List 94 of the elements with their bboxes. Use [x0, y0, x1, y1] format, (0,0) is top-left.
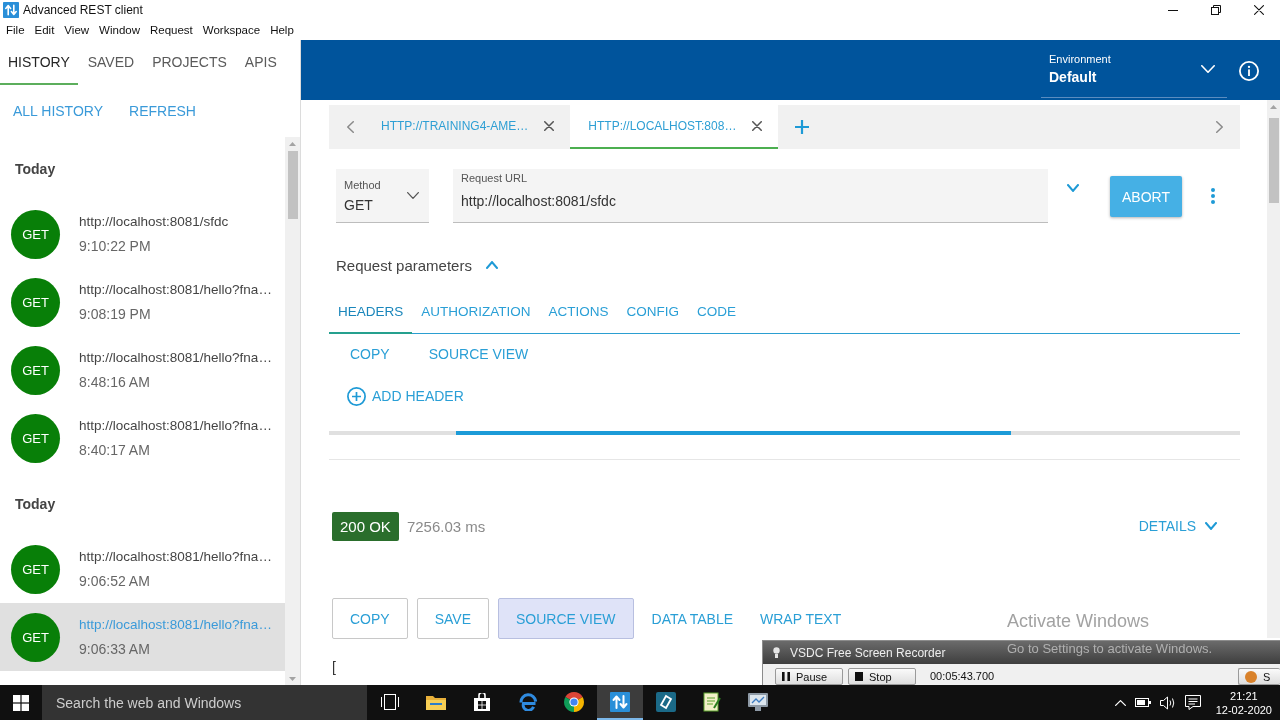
menu-item[interactable]: Window	[99, 24, 140, 36]
menu-item[interactable]: Edit	[34, 24, 55, 36]
parameter-tab[interactable]: HEADERS	[329, 290, 413, 334]
history-item[interactable]: GET http://localhost:8081/hello?fna… 8:48:16 AM	[0, 336, 285, 404]
pause-icon	[782, 672, 790, 681]
history-item[interactable]: GET http://localhost:8081/hello?fna… 9:06:52 AM	[0, 535, 285, 603]
scrollbar[interactable]	[285, 137, 300, 685]
speaker-icon[interactable]	[1159, 695, 1176, 710]
history-time: 9:10:22 PM	[79, 237, 152, 255]
up-down-arrows-icon	[610, 691, 630, 712]
history-time: 9:06:52 AM	[79, 572, 151, 590]
scrollbar-thumb[interactable]	[1268, 118, 1279, 203]
folder-icon	[426, 693, 446, 710]
sidebar-tab[interactable]: HISTORY	[0, 40, 78, 85]
chevron-down-icon	[1205, 522, 1217, 530]
response-body: [	[332, 659, 336, 675]
more-options-icon[interactable]	[1211, 188, 1215, 204]
response-time: 7256.03 ms	[406, 517, 486, 535]
group-header: Today	[14, 159, 57, 179]
chevron-down-icon	[1201, 64, 1215, 73]
history-item[interactable]: GET http://localhost:8081/sfdc 9:10:22 PM	[0, 200, 285, 268]
monitor-icon	[748, 692, 768, 711]
history-url: http://localhost:8081/hello?fna…	[79, 616, 272, 634]
history-item[interactable]: GET http://localhost:8081/hello?fna… 9:06:33 AM	[0, 603, 285, 671]
method-badge: GET	[11, 612, 60, 662]
circle-icon	[1245, 670, 1257, 683]
method-badge: GET	[11, 209, 60, 259]
plus-icon[interactable]	[795, 120, 810, 134]
environment-dropdown[interactable]: Environment Default	[1041, 40, 1227, 98]
sidebar-tab[interactable]: SAVED	[79, 40, 143, 85]
recorder-title: VSDC Free Screen Recorder	[790, 645, 946, 660]
history-item[interactable]: GET http://localhost:8081/hello?fna… 9:08:19 PM	[0, 268, 285, 336]
menu-item[interactable]: Workspace	[202, 24, 261, 36]
history-time: 9:08:19 PM	[79, 305, 152, 323]
activation-title: Activate Windows	[1007, 611, 1151, 632]
activation-text: Go to Settings to activate Windows.	[1007, 641, 1213, 656]
windows-logo-icon[interactable]	[13, 694, 29, 711]
up-down-arrows-icon	[3, 2, 19, 18]
history-time: 8:48:16 AM	[79, 373, 151, 391]
restore-icon[interactable]	[1210, 5, 1221, 15]
close-icon[interactable]	[1253, 5, 1264, 15]
info-icon[interactable]	[1239, 61, 1259, 81]
method-badge: GET	[11, 345, 60, 395]
sidebar-tab[interactable]: PROJECTS	[144, 40, 235, 85]
method-badge: GET	[11, 277, 60, 327]
task-view-icon	[381, 693, 399, 710]
sidebar-tab[interactable]: APIS	[236, 40, 285, 85]
close-icon[interactable]	[544, 121, 555, 131]
menu-item[interactable]: Request	[150, 24, 193, 36]
history-url: http://localhost:8081/hello?fna…	[79, 417, 272, 435]
method-dropdown[interactable]: Method GET	[336, 169, 429, 223]
scrollbar-thumb[interactable]	[287, 151, 298, 219]
url-field[interactable]: Request URL http://localhost:8081/sfdc	[453, 169, 1048, 223]
stop-icon	[855, 672, 863, 681]
menu-item[interactable]: View	[64, 24, 90, 36]
history-time: 9:06:33 AM	[79, 640, 151, 658]
minimize-icon[interactable]	[1167, 9, 1178, 11]
history-time: 8:40:17 AM	[79, 441, 151, 459]
group-header: Today	[14, 494, 57, 514]
history-item[interactable]: GET http://localhost:8081/hello?fna… 8:40:17 AM	[0, 404, 285, 472]
history-url: http://localhost:8081/hello?fna…	[79, 548, 272, 566]
recorder-button[interactable]: S	[1238, 668, 1280, 685]
section-title: Request parameters	[336, 256, 472, 274]
scrollbar[interactable]	[1267, 100, 1280, 638]
battery-icon[interactable]	[1134, 698, 1151, 707]
chevron-right-icon[interactable]	[1216, 121, 1223, 133]
window-title: Advanced REST client	[23, 3, 143, 17]
menu-item[interactable]: File	[6, 24, 25, 36]
search-field[interactable]: Search the web and Windows	[42, 685, 367, 720]
chevron-down-icon	[407, 192, 419, 199]
elapsed-time: 00:05:43.700	[930, 669, 995, 684]
history-url: http://localhost:8081/hello?fna…	[79, 281, 272, 299]
notepad-icon	[703, 691, 721, 712]
clock-time[interactable]: 21:21	[1230, 688, 1258, 703]
chevron-down-icon[interactable]	[1067, 184, 1079, 192]
taskbar-button[interactable]	[597, 685, 643, 720]
method-badge: GET	[11, 413, 60, 463]
method-badge: GET	[11, 544, 60, 594]
stop-button[interactable]: Stop	[848, 668, 916, 685]
pause-button[interactable]: Pause	[775, 668, 843, 685]
e-logo-icon	[519, 692, 537, 711]
clock-date[interactable]: 12-02-2020	[1215, 702, 1272, 717]
history-url: http://localhost:8081/hello?fna…	[79, 349, 272, 367]
bulb-icon	[773, 647, 780, 658]
status-badge: 200 OK	[332, 511, 399, 541]
shopping-bag-icon	[473, 692, 491, 711]
history-url: http://localhost:8081/sfdc	[79, 213, 229, 231]
tilted-frame-logo-icon	[656, 691, 676, 712]
plus-circle-icon	[347, 386, 366, 406]
menu-item[interactable]: Help	[270, 24, 294, 36]
chevron-left-icon[interactable]	[347, 121, 354, 133]
notification-icon[interactable]	[1184, 695, 1201, 710]
wheel-logo-icon	[564, 691, 584, 712]
close-icon[interactable]	[752, 121, 763, 131]
